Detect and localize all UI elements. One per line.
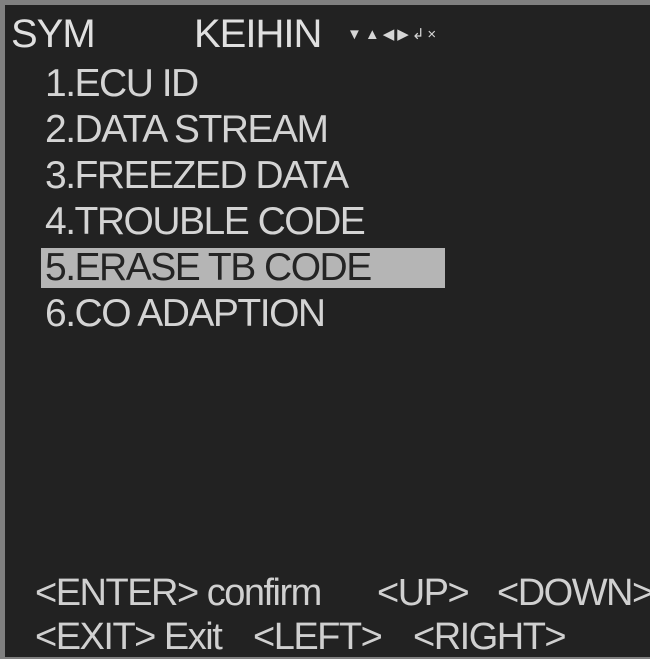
menu-item-co-adaption[interactable]: 6.CO ADAPTION <box>41 291 461 337</box>
ecu-type-label: KEIHIN <box>194 12 322 56</box>
menu-item-erase-tb-code[interactable]: 5.ERASE TB CODE <box>41 248 445 288</box>
right-arrow-icon: ▶ <box>397 26 409 43</box>
enter-icon: ↲ <box>411 26 425 43</box>
right-hint: <RIGHT> <box>413 616 567 658</box>
header-bar: SYM KEIHIN ▼ ▲ ◀ ▶ ↲ × <box>11 11 650 57</box>
menu-item-ecu-id[interactable]: 1.ECU ID <box>41 61 461 107</box>
left-hint: <LEFT> <box>253 616 383 658</box>
down-arrow-icon: ▼ <box>347 26 362 43</box>
up-arrow-icon: ▲ <box>364 26 380 43</box>
brand-label: SYM <box>11 12 96 56</box>
enter-confirm-hint: <ENTER> confirm <box>35 572 322 614</box>
down-hint: <DOWN> <box>497 572 650 614</box>
menu-item-trouble-code[interactable]: 4.TROUBLE CODE <box>41 199 461 245</box>
diagnostic-screen: SYM KEIHIN ▼ ▲ ◀ ▶ ↲ × 1.ECU ID 2.DATA S… <box>5 5 650 658</box>
left-arrow-icon: ◀ <box>382 26 395 43</box>
menu-item-data-stream[interactable]: 2.DATA STREAM <box>41 107 461 153</box>
nav-icons: ▼ ▲ ◀ ▶ ↲ × <box>347 25 436 45</box>
close-icon: × <box>427 26 436 43</box>
up-hint: <UP> <box>377 572 470 614</box>
menu-item-freezed-data[interactable]: 3.FREEZED DATA <box>41 153 461 199</box>
exit-hint: <EXIT> Exit <box>35 616 223 658</box>
function-menu: 1.ECU ID 2.DATA STREAM 3.FREEZED DATA 4.… <box>41 61 461 337</box>
